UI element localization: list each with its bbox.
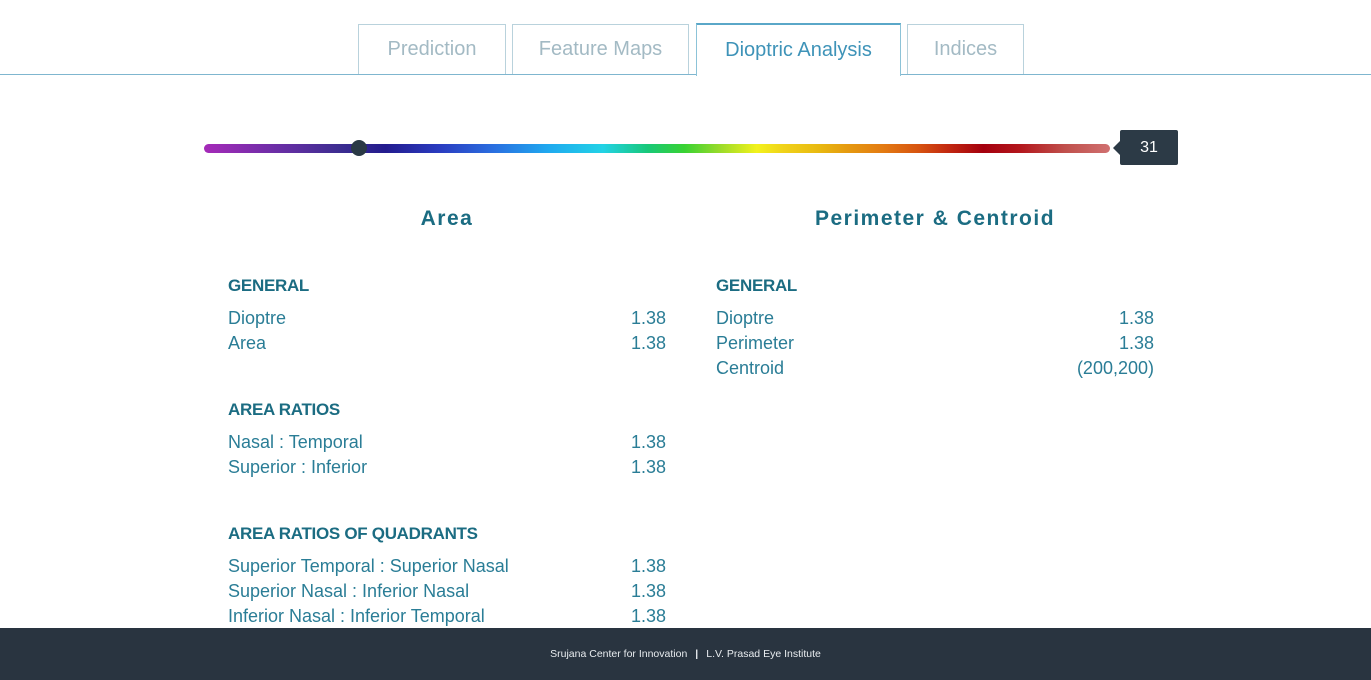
tab-bar-divider	[0, 74, 1371, 75]
area-ratios-heading: AREA RATIOS	[228, 400, 340, 419]
list-item: Superior Nasal : Inferior Nasal 1.38	[228, 581, 666, 603]
list-item: Perimeter 1.38	[716, 333, 1154, 355]
footer-separator: |	[695, 648, 699, 660]
row-value: 1.38	[630, 308, 666, 328]
row-value: 1.38	[1118, 308, 1154, 328]
row-value: 1.38	[630, 581, 666, 601]
area-title: Area	[420, 207, 474, 230]
list-item: Dioptre 1.38	[228, 308, 666, 330]
row-value: 1.38	[630, 333, 666, 353]
row-label: Superior Temporal : Superior Nasal	[228, 556, 509, 576]
row-label: Centroid	[716, 358, 785, 378]
slider-value-badge: 31	[1113, 130, 1178, 165]
dioptre-slider[interactable]: 31	[204, 130, 1178, 168]
row-label: Nasal : Temporal	[228, 432, 363, 452]
row-value: 1.38	[630, 457, 666, 477]
row-label: Inferior Nasal : Inferior Temporal	[228, 606, 485, 626]
perimeter-title: Perimeter & Centroid	[814, 207, 1056, 230]
footer-org-srujana: Srujana Center for Innovation	[550, 648, 688, 660]
row-value: 1.38	[630, 432, 666, 452]
list-item: Centroid (200,200)	[716, 358, 1154, 380]
row-label: Dioptre	[228, 308, 287, 328]
row-label: Perimeter	[716, 333, 795, 353]
list-item: Superior Temporal : Superior Nasal 1.38	[228, 556, 666, 578]
tab-feature-maps[interactable]: Feature Maps	[512, 24, 689, 74]
tab-prediction[interactable]: Prediction	[358, 24, 506, 74]
row-value: (200,200)	[1076, 358, 1154, 378]
row-value: 1.38	[1118, 333, 1154, 353]
tab-indices[interactable]: Indices	[907, 24, 1024, 74]
row-value: 1.38	[630, 606, 666, 626]
list-item: Nasal : Temporal 1.38	[228, 432, 666, 454]
list-item: Area 1.38	[228, 333, 666, 355]
row-label: Superior : Inferior	[228, 457, 368, 477]
footer-org-lvpei: L.V. Prasad Eye Institute	[706, 648, 821, 660]
list-item: Inferior Nasal : Inferior Temporal 1.38	[228, 606, 666, 628]
list-item: Superior : Inferior 1.38	[228, 457, 666, 479]
quadrant-ratios-heading: AREA RATIOS OF QUADRANTS	[228, 524, 478, 543]
tab-bar: Prediction Feature Maps Dioptric Analysi…	[0, 0, 1371, 76]
tab-dioptric-analysis[interactable]: Dioptric Analysis	[696, 23, 901, 76]
row-value: 1.38	[630, 556, 666, 576]
slider-handle[interactable]	[351, 140, 367, 156]
row-label: Dioptre	[716, 308, 775, 328]
list-item: Dioptre 1.38	[716, 308, 1154, 330]
row-label: Superior Nasal : Inferior Nasal	[228, 581, 470, 601]
area-general-heading: GENERAL	[228, 276, 310, 295]
footer: Srujana Center for Innovation | L.V. Pra…	[0, 628, 1371, 680]
slider-track[interactable]	[204, 144, 1110, 153]
row-label: Area	[228, 333, 267, 353]
perimeter-general-heading: GENERAL	[716, 276, 798, 295]
